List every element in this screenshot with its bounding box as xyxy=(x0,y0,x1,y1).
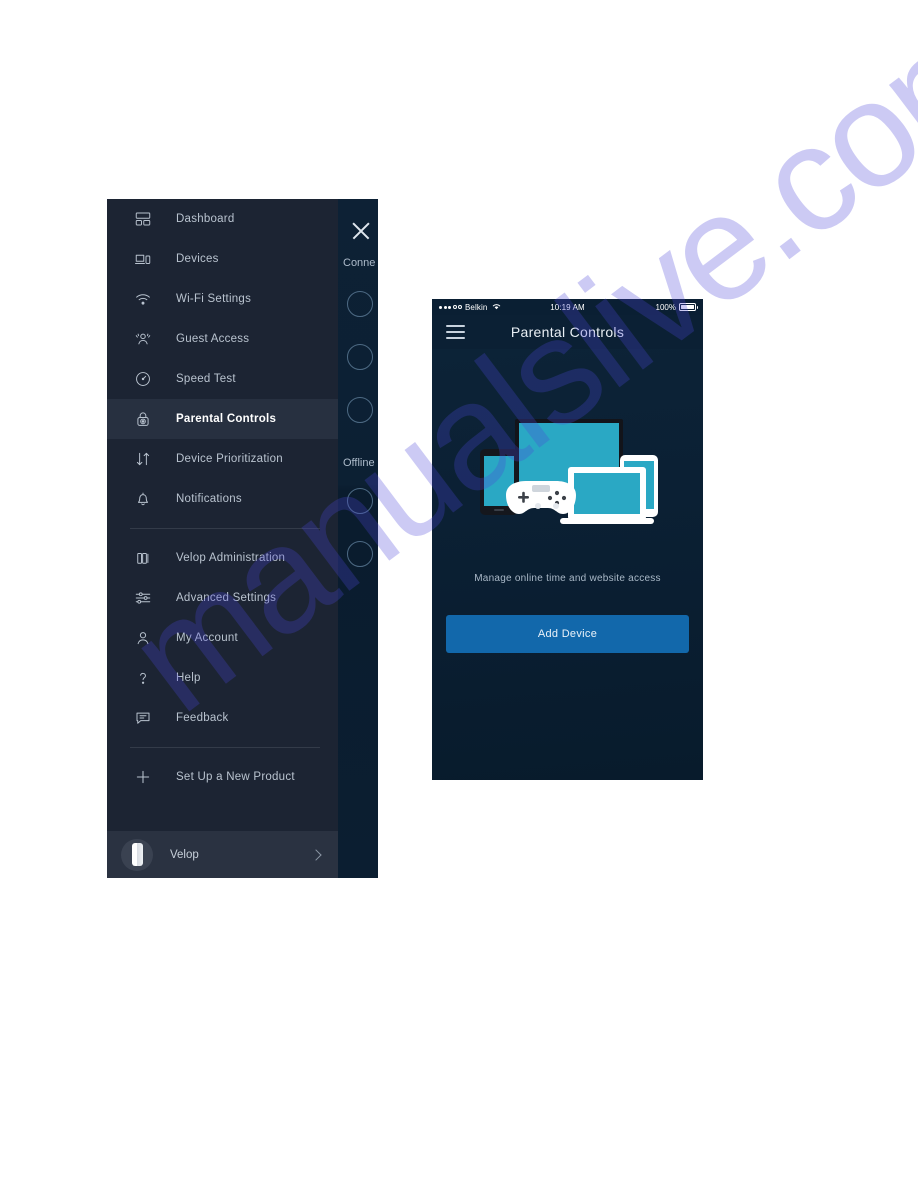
sidebar-item-label: Parental Controls xyxy=(176,413,277,425)
plus-icon xyxy=(130,764,156,790)
sidebar-item-label: Set Up a New Product xyxy=(176,771,295,783)
sidebar-item-device-prioritization[interactable]: Device Prioritization xyxy=(107,439,338,479)
sidebar-item-label: Wi-Fi Settings xyxy=(176,293,252,305)
battery-full-icon xyxy=(679,303,698,311)
sliders-icon xyxy=(130,585,156,611)
sidebar-item-velop-administration[interactable]: Velop Administration xyxy=(107,538,338,578)
close-icon[interactable] xyxy=(350,220,372,242)
chevron-right-icon xyxy=(310,848,322,861)
sidebar-item-dashboard[interactable]: Dashboard xyxy=(107,199,338,239)
navigation-drawer: Dashboard Devices Wi-Fi Settings Guest Acce… xyxy=(107,199,338,878)
nav-divider xyxy=(130,747,320,748)
product-selector-row[interactable]: Velop xyxy=(107,831,338,878)
sidebar-item-label: Help xyxy=(176,672,201,684)
connected-section-label: Conne xyxy=(343,257,376,269)
person-icon xyxy=(130,625,156,651)
menu-drawer-screenshot: Conne Offline Dashboard Devices Wi-Fi Sett… xyxy=(107,199,378,878)
connected-devices-illustration xyxy=(432,411,703,536)
speedometer-icon xyxy=(130,366,156,392)
sidebar-item-label: Feedback xyxy=(176,712,229,724)
sidebar-item-speed-test[interactable]: Speed Test xyxy=(107,359,338,399)
sidebar-item-label: Speed Test xyxy=(176,373,236,385)
device-avatar xyxy=(347,488,373,514)
battery-percent-label: 100% xyxy=(655,302,676,312)
sidebar-item-notifications[interactable]: Notifications xyxy=(107,479,338,519)
sidebar-item-my-account[interactable]: My Account xyxy=(107,618,338,658)
sidebar-item-label: Device Prioritization xyxy=(176,453,283,465)
status-bar: Belkin 10:19 AM 100% xyxy=(432,299,703,315)
add-device-button[interactable]: Add Device xyxy=(446,615,689,653)
sidebar-item-wi-fi-settings[interactable]: Wi-Fi Settings xyxy=(107,279,338,319)
guest-access-icon xyxy=(130,326,156,352)
app-header: Parental Controls xyxy=(432,315,703,349)
sidebar-item-devices[interactable]: Devices xyxy=(107,239,338,279)
sidebar-item-advanced-settings[interactable]: Advanced Settings xyxy=(107,578,338,618)
wifi-icon xyxy=(130,286,156,312)
devices-icon xyxy=(130,246,156,272)
sidebar-item-label: Notifications xyxy=(176,493,242,505)
sidebar-item-label: Advanced Settings xyxy=(176,592,277,604)
device-avatar xyxy=(347,291,373,317)
navigation-list: Dashboard Devices Wi-Fi Settings Guest Acce… xyxy=(107,199,338,797)
sidebar-item-set-up-a-new-product[interactable]: Set Up a New Product xyxy=(107,757,338,797)
sidebar-item-label: Devices xyxy=(176,253,219,265)
offline-section-label: Offline xyxy=(343,457,375,469)
lock-icon xyxy=(130,406,156,432)
sidebar-item-label: My Account xyxy=(176,632,238,644)
dashboard-icon xyxy=(130,206,156,232)
device-avatar xyxy=(347,541,373,567)
phone-screenshot: Belkin 10:19 AM 100% Parental Controls M… xyxy=(432,299,703,780)
device-avatar xyxy=(347,397,373,423)
tagline-text: Manage online time and website access xyxy=(474,573,661,584)
sidebar-item-label: Velop Administration xyxy=(176,552,286,564)
velop-node-icon xyxy=(121,838,153,871)
sidebar-item-parental-controls[interactable]: Parental Controls xyxy=(107,399,338,439)
sidebar-item-label: Dashboard xyxy=(176,213,235,225)
sidebar-item-help[interactable]: Help xyxy=(107,658,338,698)
device-avatar xyxy=(347,344,373,370)
app-content: Manage online time and website access Ad… xyxy=(432,349,703,780)
sidebar-item-feedback[interactable]: Feedback xyxy=(107,698,338,738)
velop-admin-icon xyxy=(130,545,156,571)
page-title: Parental Controls xyxy=(510,324,625,340)
arrows-up-down-icon xyxy=(130,446,156,472)
status-bar-right: 100% xyxy=(655,302,698,312)
bell-icon xyxy=(130,486,156,512)
question-mark-icon xyxy=(130,665,156,691)
sidebar-item-guest-access[interactable]: Guest Access xyxy=(107,319,338,359)
hamburger-menu-icon[interactable] xyxy=(446,325,465,339)
speech-bubble-icon xyxy=(130,705,156,731)
product-label: Velop xyxy=(170,848,199,861)
sidebar-item-label: Guest Access xyxy=(176,333,250,345)
nav-divider xyxy=(130,528,320,529)
